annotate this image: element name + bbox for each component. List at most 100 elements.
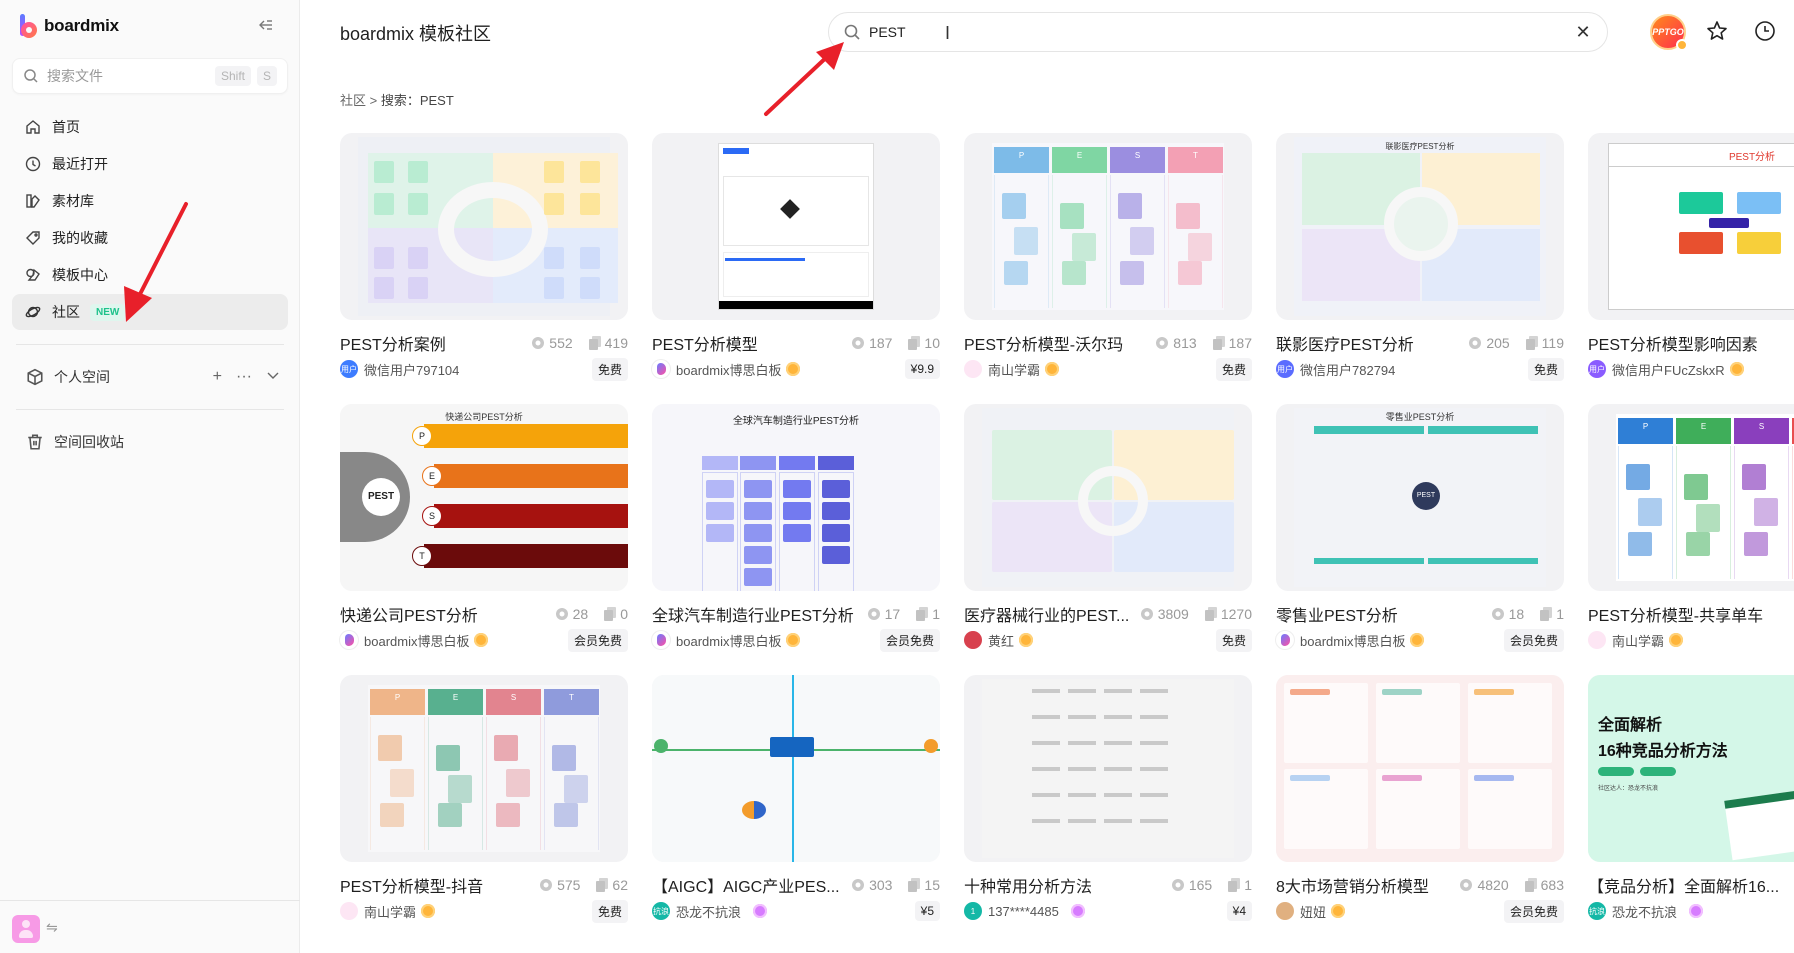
- template-thumbnail[interactable]: 快递公司PEST分析 PEST P E S T: [340, 404, 628, 591]
- template-thumbnail[interactable]: 全球汽车制造行业PEST分析: [652, 404, 940, 591]
- template-title[interactable]: PEST分析模型: [652, 331, 845, 355]
- template-card[interactable]: PEST分析案例 552 419 用户 微信用户797104 免费: [340, 133, 628, 381]
- template-title[interactable]: PEST分析模型-共享单车: [1588, 602, 1794, 626]
- history-clock-icon[interactable]: [1754, 20, 1778, 44]
- template-card[interactable]: 医疗器械行业的PEST... 3809 1270 黄红 免费: [964, 404, 1252, 652]
- template-card[interactable]: PEST PEST分析模型-共享单车 南山学霸: [1588, 404, 1794, 651]
- more-icon[interactable]: ···: [236, 368, 252, 387]
- switch-account-icon[interactable]: ⇋: [46, 919, 58, 936]
- author-avatar[interactable]: 用户: [1588, 360, 1606, 378]
- template-card[interactable]: 联影医疗PEST分析 联影医疗PEST分析 205 119 用户 微信用户782…: [1276, 133, 1564, 381]
- author-name[interactable]: boardmix博思白板: [676, 631, 781, 650]
- author-avatar[interactable]: [964, 360, 982, 378]
- template-card[interactable]: 零售业PEST分析 PEST 零售业PEST分析 18 1 boardmix博思白…: [1276, 404, 1564, 652]
- chevron-down-icon[interactable]: [266, 368, 280, 387]
- author-name[interactable]: 黄红: [988, 631, 1014, 650]
- author-avatar[interactable]: 1: [964, 902, 982, 920]
- author-avatar[interactable]: [964, 631, 982, 649]
- template-card[interactable]: 【AIGC】AIGC产业PES... 303 15 抗浪 恐龙不抗浪 ¥5: [652, 675, 940, 922]
- template-title[interactable]: 联影医疗PEST分析: [1276, 331, 1462, 355]
- template-title[interactable]: PEST分析模型-沃尔玛: [964, 331, 1149, 355]
- author-avatar[interactable]: [1588, 631, 1606, 649]
- template-card[interactable]: PEST分析模型 187 10 boardmix博思白板 ¥9.9: [652, 133, 940, 380]
- template-card[interactable]: PEST分析 PEST分析模型影响因素 用户 微信用户FUcZskxR: [1588, 133, 1794, 380]
- clear-search-icon[interactable]: ✕: [1573, 22, 1593, 42]
- author-name[interactable]: 微信用户FUcZskxR: [1612, 360, 1725, 379]
- template-card[interactable]: 8大市场营销分析模型 4820 683 妞妞 会员免费: [1276, 675, 1564, 923]
- template-title[interactable]: PEST分析案例: [340, 331, 525, 355]
- author-name[interactable]: 南山学霸: [988, 360, 1040, 379]
- template-card[interactable]: 全球汽车制造行业PEST分析 全球汽车制造行业PEST分析 17 1 board…: [652, 404, 940, 652]
- author-avatar[interactable]: [340, 902, 358, 920]
- author-name[interactable]: 恐龙不抗浪: [1612, 902, 1677, 921]
- template-title[interactable]: PEST分析模型影响因素: [1588, 331, 1794, 355]
- template-card[interactable]: 全面解析 16种竞品分析方法 社区达人：恐龙不抗浪 【竞品分析】全面解析16... …: [1588, 675, 1794, 922]
- template-title[interactable]: 【AIGC】AIGC产业PES...: [652, 873, 845, 897]
- author-avatar[interactable]: [652, 631, 670, 649]
- template-thumbnail[interactable]: [964, 675, 1252, 862]
- template-title[interactable]: 零售业PEST分析: [1276, 602, 1485, 626]
- sidebar-item-community[interactable]: 社区 NEW: [12, 294, 288, 330]
- pest-column-header: P: [1618, 418, 1673, 444]
- template-thumbnail[interactable]: [1276, 675, 1564, 862]
- star-icon[interactable]: [1706, 20, 1730, 44]
- template-card[interactable]: 快递公司PEST分析 PEST P E S T 快递公司PEST分析 28 0 board…: [340, 404, 628, 652]
- add-space-icon[interactable]: +: [213, 368, 222, 387]
- template-title[interactable]: 全球汽车制造行业PEST分析: [652, 602, 861, 626]
- author-name[interactable]: 南山学霸: [1612, 631, 1664, 650]
- author-avatar[interactable]: [1276, 631, 1294, 649]
- template-thumbnail[interactable]: PEST: [1588, 404, 1794, 591]
- profile-avatar[interactable]: PPTGO: [1650, 14, 1688, 51]
- template-thumbnail[interactable]: [964, 404, 1252, 591]
- author-avatar[interactable]: [652, 360, 670, 378]
- author-name[interactable]: 微信用户797104: [364, 360, 459, 379]
- template-title[interactable]: 8大市场营销分析模型: [1276, 873, 1453, 897]
- template-thumbnail[interactable]: [652, 133, 940, 320]
- sidebar-item-templates[interactable]: 模板中心: [12, 257, 288, 293]
- author-name[interactable]: boardmix博思白板: [1300, 631, 1405, 650]
- template-stats: 205 119: [1468, 335, 1564, 351]
- file-search-input[interactable]: 搜索文件 Shift S: [12, 58, 288, 94]
- template-search-box[interactable]: I ✕: [828, 12, 1608, 52]
- sidebar-item-recent[interactable]: 最近打开: [12, 146, 288, 182]
- author-avatar[interactable]: [1276, 902, 1294, 920]
- author-name[interactable]: boardmix博思白板: [676, 360, 781, 379]
- user-avatar[interactable]: [12, 915, 40, 943]
- author-name[interactable]: 微信用户782794: [1300, 360, 1395, 379]
- template-title[interactable]: 十种常用分析方法: [964, 873, 1165, 897]
- brand-logo[interactable]: boardmix: [20, 12, 119, 40]
- author-avatar[interactable]: 用户: [340, 360, 358, 378]
- template-thumbnail[interactable]: [340, 133, 628, 320]
- trash-item[interactable]: 空间回收站: [12, 424, 288, 460]
- breadcrumb-root[interactable]: 社区: [340, 93, 366, 108]
- author-avatar[interactable]: 用户: [1276, 360, 1294, 378]
- personal-space-item[interactable]: 个人空间 + ···: [12, 359, 288, 395]
- author-name[interactable]: boardmix博思白板: [364, 631, 469, 650]
- template-title[interactable]: 快递公司PEST分析: [340, 602, 549, 626]
- collapse-sidebar-icon[interactable]: [256, 16, 276, 36]
- template-title[interactable]: PEST分析模型-抖音: [340, 873, 533, 897]
- template-search-input[interactable]: [869, 24, 1573, 40]
- author-avatar[interactable]: [340, 631, 358, 649]
- author-name[interactable]: 妞妞: [1300, 902, 1326, 921]
- template-thumbnail[interactable]: [652, 675, 940, 862]
- sidebar-item-library[interactable]: 素材库: [12, 183, 288, 219]
- template-thumbnail[interactable]: 零售业PEST分析 PEST: [1276, 404, 1564, 591]
- template-title[interactable]: 医疗器械行业的PEST...: [964, 602, 1134, 626]
- template-thumbnail[interactable]: 全面解析 16种竞品分析方法 社区达人：恐龙不抗浪: [1588, 675, 1794, 862]
- author-avatar[interactable]: 抗浪: [652, 902, 670, 920]
- template-thumbnail[interactable]: PEST: [964, 133, 1252, 320]
- template-thumbnail[interactable]: PEST分析: [1588, 133, 1794, 320]
- author-name[interactable]: 137****4485: [988, 904, 1059, 919]
- sidebar-item-favorites[interactable]: 我的收藏: [12, 220, 288, 256]
- template-card[interactable]: 十种常用分析方法 165 1 1 137****4485 ¥4: [964, 675, 1252, 922]
- author-name[interactable]: 南山学霸: [364, 902, 416, 921]
- author-avatar[interactable]: 抗浪: [1588, 902, 1606, 920]
- template-thumbnail[interactable]: PEST: [340, 675, 628, 862]
- template-card[interactable]: PEST PEST分析模型-抖音 575 62 南山学霸 免费: [340, 675, 628, 923]
- template-thumbnail[interactable]: 联影医疗PEST分析: [1276, 133, 1564, 320]
- template-card[interactable]: PEST PEST分析模型-沃尔玛 813 187 南山学霸 免费: [964, 133, 1252, 381]
- sidebar-item-home[interactable]: 首页: [12, 109, 288, 145]
- author-name[interactable]: 恐龙不抗浪: [676, 902, 741, 921]
- template-title[interactable]: 【竞品分析】全面解析16...: [1588, 873, 1794, 897]
